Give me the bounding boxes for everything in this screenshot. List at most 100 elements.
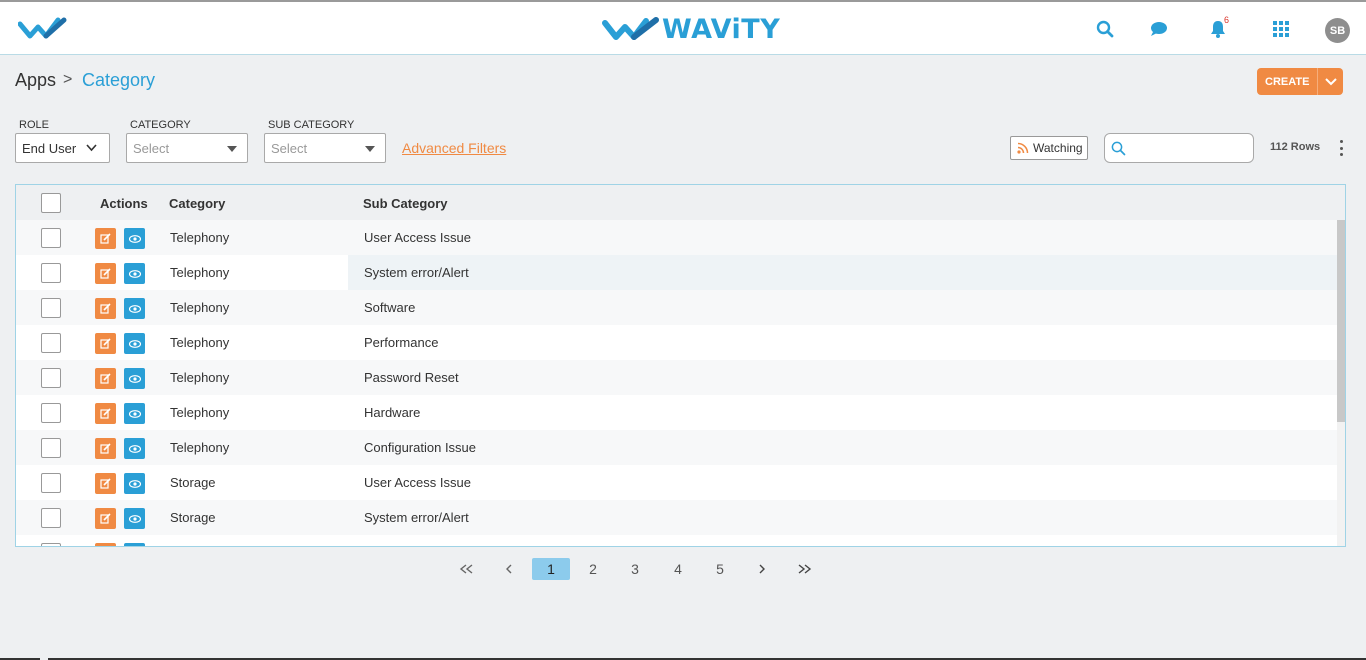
table-row-partial	[16, 535, 1337, 546]
sub-category-select-placeholder: Select	[271, 140, 308, 156]
cell-sub-category: Hardware	[364, 405, 421, 420]
watching-label: Watching	[1033, 141, 1083, 155]
advanced-filters-link[interactable]: Advanced Filters	[402, 140, 506, 156]
role-select[interactable]: End User	[15, 133, 110, 163]
watching-button[interactable]: Watching	[1010, 136, 1088, 160]
view-icon[interactable]	[124, 228, 145, 249]
cell-sub-category: System error/Alert	[364, 265, 469, 280]
chat-icon[interactable]	[1148, 18, 1170, 40]
wavity-logo-icon[interactable]	[18, 16, 68, 42]
page-4[interactable]: 4	[668, 558, 688, 580]
view-icon[interactable]	[124, 368, 145, 389]
row-checkbox[interactable]	[41, 228, 61, 248]
row-checkbox[interactable]	[41, 263, 61, 283]
table-search-input[interactable]	[1131, 138, 1249, 158]
cell-sub-category: Software	[364, 300, 416, 315]
row-checkbox[interactable]	[41, 403, 61, 423]
create-button-label: CREATE	[1265, 75, 1310, 88]
table-row: Storage System error/Alert	[16, 500, 1337, 535]
scrollbar-thumb[interactable]	[1337, 220, 1345, 422]
cell-category: Telephony	[170, 230, 230, 245]
chevron-down-icon	[86, 144, 97, 152]
cell-sub-category: Performance	[364, 335, 439, 350]
edit-icon[interactable]	[95, 438, 116, 459]
view-icon[interactable]	[124, 438, 145, 459]
cell-sub-category: Configuration Issue	[364, 440, 477, 455]
first-page-icon[interactable]	[455, 558, 477, 580]
cell-sub-category: User Access Issue	[364, 475, 471, 490]
cell-sub-category: System error/Alert	[364, 510, 469, 525]
more-options-icon[interactable]	[1336, 140, 1346, 156]
category-select-placeholder: Select	[133, 140, 170, 156]
row-checkbox[interactable]	[41, 298, 61, 318]
sub-category-filter-label: SUB CATEGORY	[268, 119, 355, 131]
apps-grid-icon[interactable]	[1270, 18, 1292, 40]
create-button[interactable]: CREATE	[1257, 68, 1343, 95]
category-table: Actions Category Sub Category Telephony …	[15, 184, 1346, 547]
brand-name: WAViTY	[662, 13, 781, 45]
row-checkbox[interactable]	[41, 368, 61, 388]
breadcrumb-separator: >	[63, 71, 73, 88]
cell-category: Telephony	[170, 265, 230, 280]
page-5[interactable]: 5	[710, 558, 730, 580]
user-avatar[interactable]: SB	[1325, 18, 1350, 43]
view-icon[interactable]	[124, 508, 145, 529]
cell-category: Telephony	[170, 440, 230, 455]
edit-icon[interactable]	[95, 403, 116, 424]
search-icon[interactable]	[1094, 18, 1116, 40]
edit-icon[interactable]	[95, 368, 116, 389]
cell-sub-category: User Access Issue	[364, 230, 471, 245]
role-select-value: End User	[22, 140, 77, 156]
table-search-box[interactable]	[1104, 133, 1254, 163]
caret-down-icon	[227, 146, 237, 152]
row-checkbox[interactable]	[41, 438, 61, 458]
category-select[interactable]: Select	[126, 133, 248, 163]
rss-icon	[1017, 142, 1029, 154]
previous-page-icon[interactable]	[499, 558, 519, 580]
edit-icon[interactable]	[95, 333, 116, 354]
row-checkbox[interactable]	[41, 508, 61, 528]
rows-count: 112 Rows	[1270, 141, 1321, 153]
row-checkbox[interactable]	[41, 543, 61, 546]
edit-icon[interactable]	[95, 543, 116, 546]
last-page-icon[interactable]	[794, 558, 816, 580]
page-2[interactable]: 2	[583, 558, 603, 580]
role-filter-label: ROLE	[19, 119, 49, 131]
page-1[interactable]: 1	[532, 558, 570, 580]
table-header: Actions Category Sub Category	[16, 185, 1345, 220]
column-header-category[interactable]: Category	[169, 196, 225, 211]
page-3[interactable]: 3	[625, 558, 645, 580]
view-icon[interactable]	[124, 333, 145, 354]
view-icon[interactable]	[124, 473, 145, 494]
edit-icon[interactable]	[95, 473, 116, 494]
table-row: Telephony Configuration Issue	[16, 430, 1337, 465]
table-scrollbar[interactable]	[1337, 220, 1345, 546]
brand-logo: WAViTY	[602, 11, 780, 47]
notification-badge: 6	[1224, 15, 1230, 25]
cell-category: Telephony	[170, 300, 230, 315]
view-icon[interactable]	[124, 263, 145, 284]
brand-mark-icon	[602, 17, 659, 40]
edit-icon[interactable]	[95, 508, 116, 529]
select-all-checkbox[interactable]	[41, 193, 61, 213]
edit-icon[interactable]	[95, 263, 116, 284]
category-filter-label: CATEGORY	[130, 119, 191, 131]
edit-icon[interactable]	[95, 228, 116, 249]
view-icon[interactable]	[124, 403, 145, 424]
breadcrumb-apps[interactable]: Apps	[15, 70, 56, 91]
sub-category-select[interactable]: Select	[264, 133, 386, 163]
table-row: Telephony Software	[16, 290, 1337, 325]
table-body: Telephony User Access Issue Telephony Sy…	[16, 220, 1337, 546]
row-checkbox[interactable]	[41, 333, 61, 353]
row-checkbox[interactable]	[41, 473, 61, 493]
column-header-sub-category[interactable]: Sub Category	[363, 196, 448, 211]
table-row: Telephony Hardware	[16, 395, 1337, 430]
view-icon[interactable]	[124, 298, 145, 319]
view-icon[interactable]	[124, 543, 145, 546]
top-bar: WAViTY 6 SB	[0, 0, 1366, 55]
next-page-icon[interactable]	[752, 558, 772, 580]
edit-icon[interactable]	[95, 298, 116, 319]
cell-category: Telephony	[170, 370, 230, 385]
breadcrumb-current: Category	[82, 70, 156, 90]
chevron-down-icon[interactable]	[1318, 77, 1343, 86]
